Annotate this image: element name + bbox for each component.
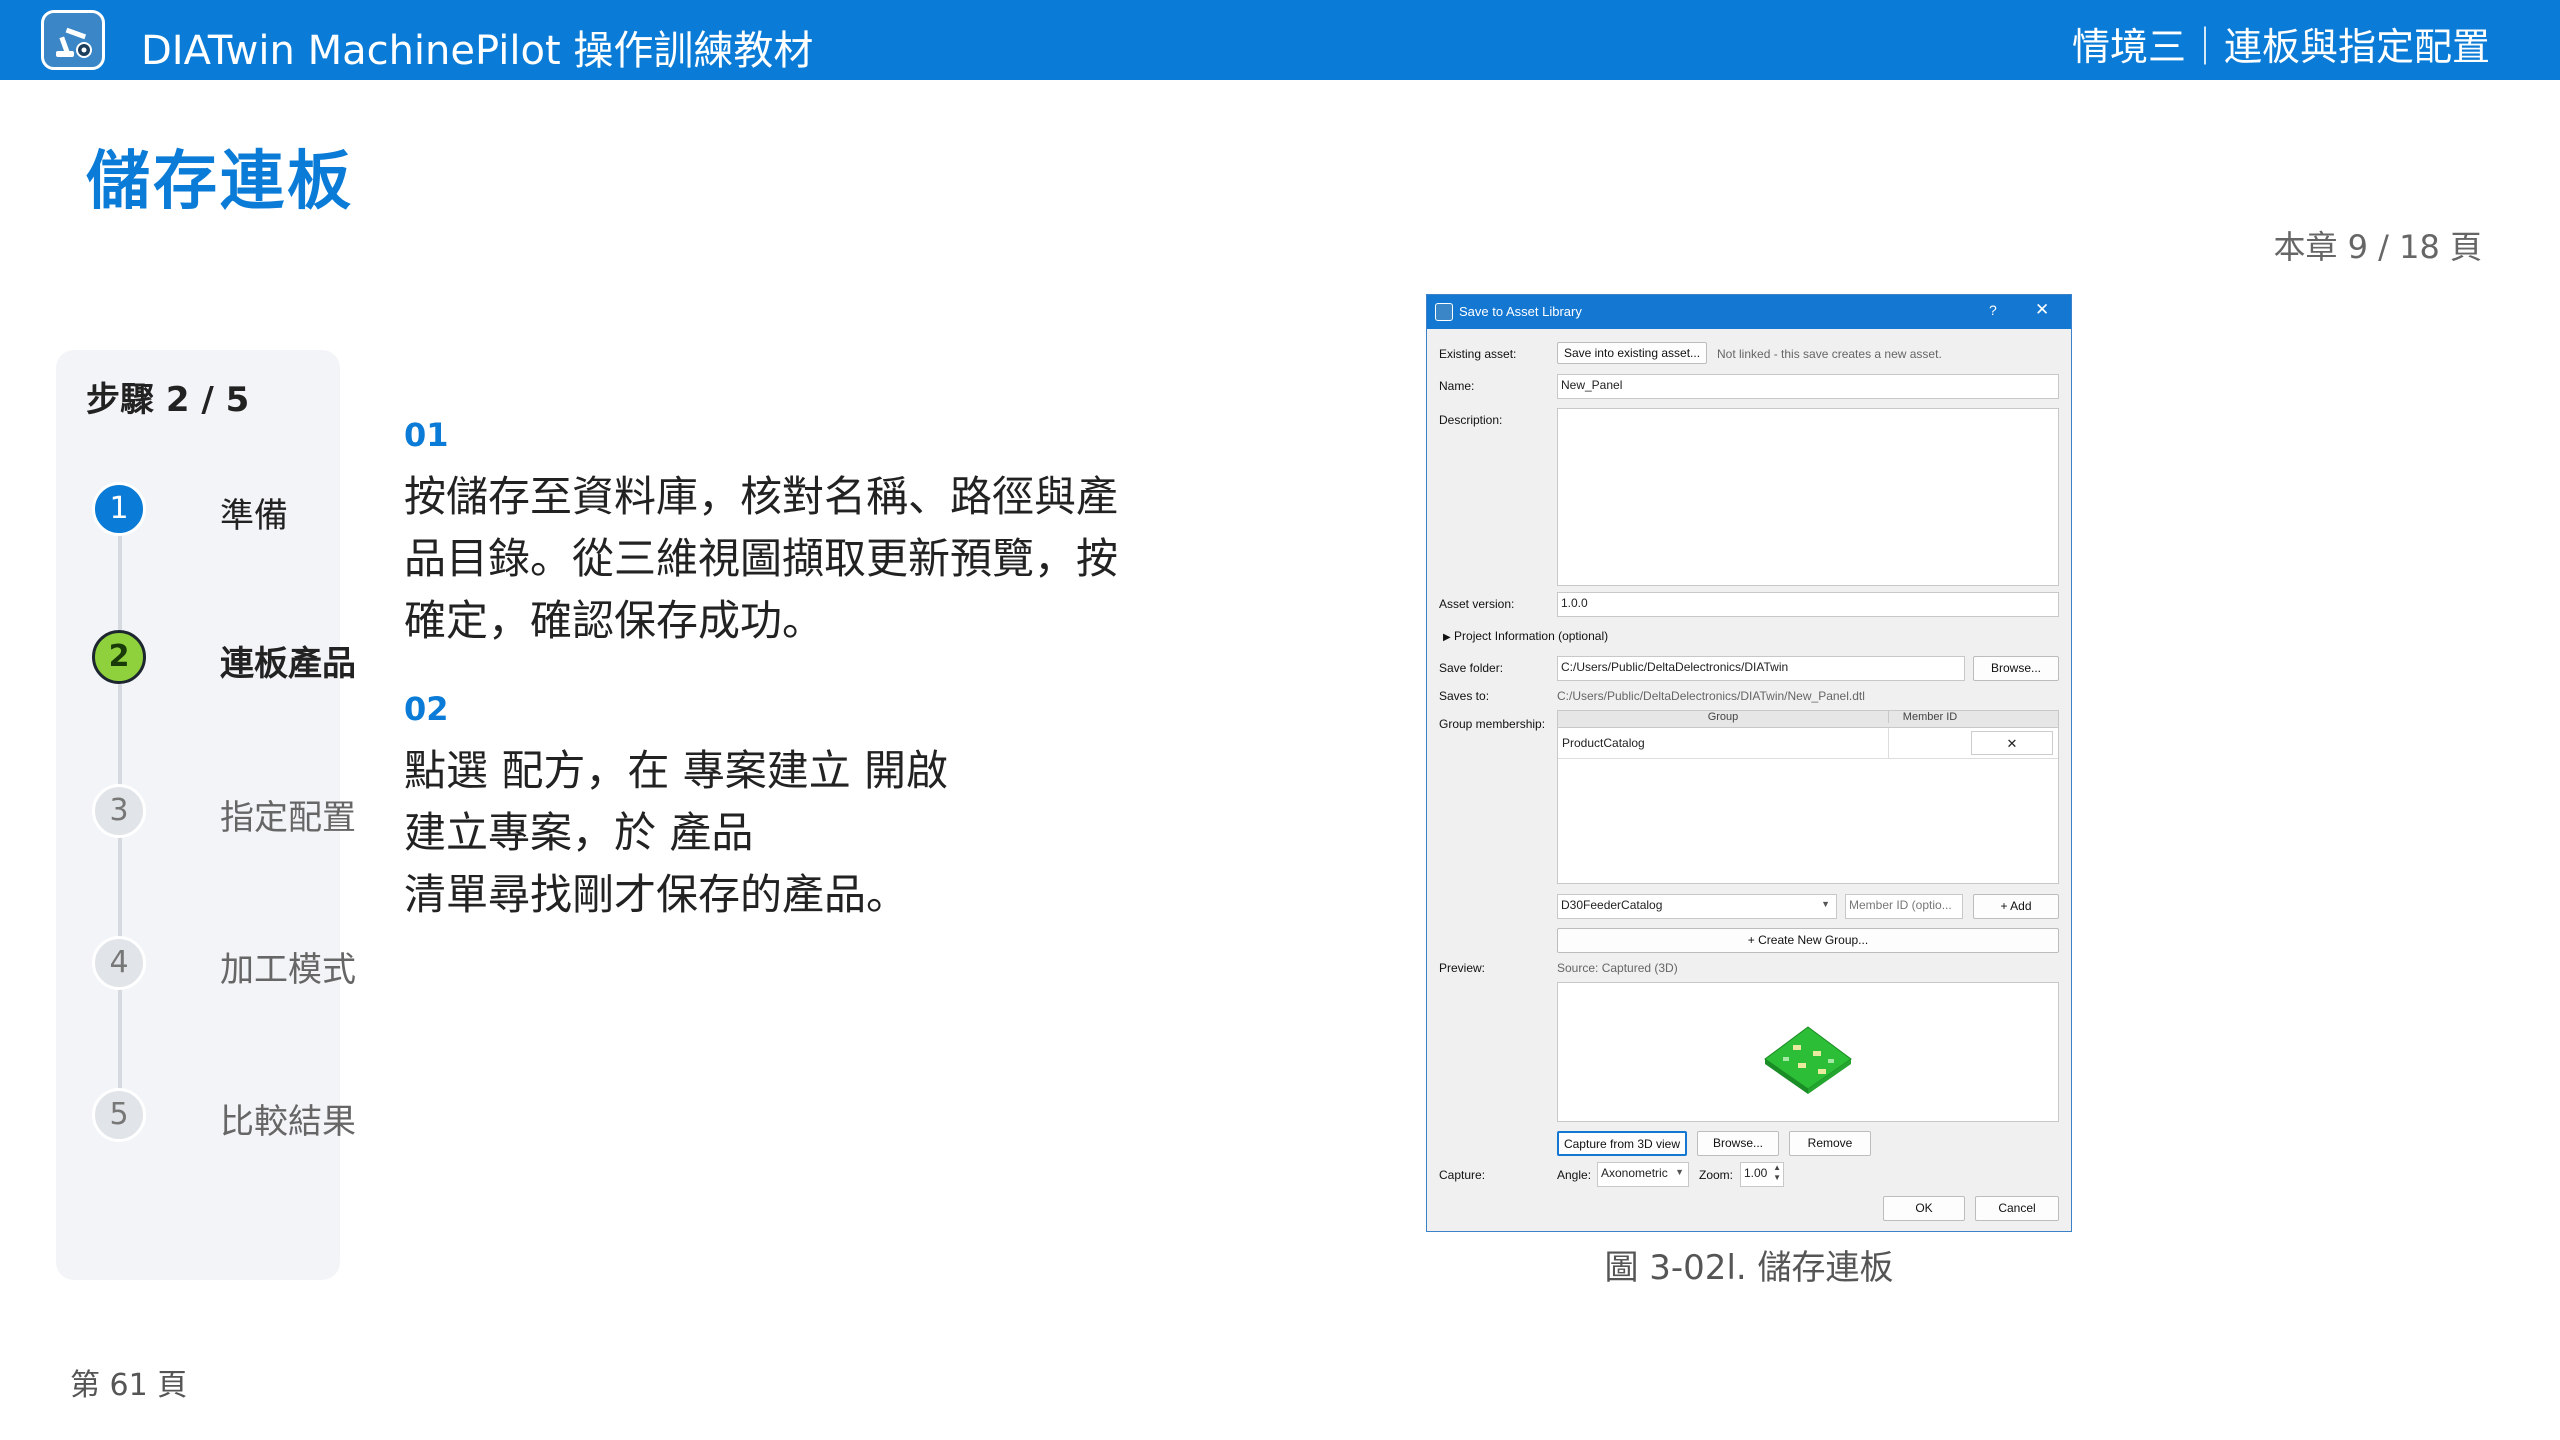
page-title: 儲存連板 xyxy=(86,145,354,219)
chapter-page-indicator: 本章 9 / 18 頁 xyxy=(2273,228,2482,266)
preview-source: Source: Captured (3D) xyxy=(1557,961,1678,975)
step-label: 指定配置 xyxy=(220,798,356,838)
dialog-title: Save to Asset Library xyxy=(1459,304,1582,319)
step-label: 連板產品 xyxy=(220,644,356,684)
table-header: Group Member ID xyxy=(1558,711,2058,728)
save-folder-label: Save folder: xyxy=(1439,661,1504,675)
group-column-header: Group xyxy=(1707,711,1739,723)
description-field[interactable] xyxy=(1557,408,2059,586)
figure-caption: 圖 3-02l. 儲存連板 xyxy=(1604,1248,1894,1288)
asset-version-field[interactable]: 1.0.0 xyxy=(1557,592,2059,617)
save-folder-field[interactable]: C:/Users/Public/DeltaDelectronics/DIATwi… xyxy=(1557,656,1965,681)
page-number: 第 61 頁 xyxy=(70,1368,188,1403)
steps-heading: 步驟 2 / 5 xyxy=(86,380,250,420)
cancel-button[interactable]: Cancel xyxy=(1975,1196,2059,1221)
save-to-asset-library-dialog: Save to Asset Library ? ✕ Existing asset… xyxy=(1426,294,2072,1232)
zoom-label: Zoom: xyxy=(1699,1168,1734,1182)
step-number: 4 xyxy=(92,936,146,990)
description-label: Description: xyxy=(1439,413,1503,427)
step-item-5[interactable]: 5 比較結果 xyxy=(92,1088,356,1144)
dialog-titlebar: Save to Asset Library ? ✕ xyxy=(1427,295,2071,329)
robot-arm-logo-icon xyxy=(41,10,105,70)
instruction-number-02: 02 xyxy=(404,690,449,728)
ok-button[interactable]: OK xyxy=(1883,1196,1965,1221)
member-id-column-header: Member ID xyxy=(1888,711,1971,723)
angle-select[interactable]: Axonometric ▼ xyxy=(1597,1162,1689,1187)
instruction-text-01: 按儲存至資料庫，核對名稱、路徑與產品目錄。從三維視圖擷取更新預覽，按確定，確認保… xyxy=(404,472,1119,645)
instruction-number-01: 01 xyxy=(404,416,449,454)
saves-to-path: C:/Users/Public/DeltaDelectronics/DIATwi… xyxy=(1557,689,1865,703)
step-number: 2 xyxy=(92,630,146,684)
preview-image-area xyxy=(1557,982,2059,1122)
zoom-value: 1.00 xyxy=(1744,1166,1768,1180)
remove-row-button[interactable]: ✕ xyxy=(1971,731,2053,755)
group-membership-table: Group Member ID ProductCatalog ✕ xyxy=(1557,710,2059,884)
catalog-select[interactable]: D30FeederCatalog ▼ xyxy=(1557,894,1837,919)
step-item-2[interactable]: 2 連板產品 xyxy=(92,630,356,686)
triangle-right-icon: ▶ xyxy=(1443,632,1451,643)
asset-version-label: Asset version: xyxy=(1439,597,1515,611)
capture-3d-button[interactable]: Capture from 3D view xyxy=(1557,1131,1687,1156)
save-folder-browse-button[interactable]: Browse... xyxy=(1973,656,2059,681)
step-label: 加工模式 xyxy=(220,950,356,990)
close-button[interactable]: ✕ xyxy=(2035,300,2049,320)
scenario-title: 情境三｜連板與指定配置 xyxy=(2071,25,2490,69)
capture-label: Capture: xyxy=(1439,1168,1486,1182)
preview-label: Preview: xyxy=(1439,961,1486,975)
chevron-down-icon: ▼ xyxy=(1675,1167,1684,1177)
name-label: Name: xyxy=(1439,379,1475,393)
steps-panel: 步驟 2 / 5 1 準備 2 連板產品 3 指定配置 4 加工模式 5 比較結… xyxy=(56,350,356,1280)
help-button[interactable]: ? xyxy=(1989,302,1997,318)
not-linked-note: Not linked - this save creates a new ass… xyxy=(1717,347,1942,361)
remove-preview-button[interactable]: Remove xyxy=(1789,1131,1871,1156)
step-number: 1 xyxy=(92,482,146,536)
table-row[interactable]: ProductCatalog ✕ xyxy=(1558,728,2058,759)
step-number: 5 xyxy=(92,1088,146,1142)
angle-select-value: Axonometric xyxy=(1601,1166,1668,1180)
panel-preview-image xyxy=(1764,1026,1852,1094)
existing-asset-label: Existing asset: xyxy=(1439,347,1517,361)
catalog-select-value: D30FeederCatalog xyxy=(1561,898,1663,912)
app-icon xyxy=(1435,303,1453,321)
add-group-button[interactable]: + Add xyxy=(1973,894,2059,919)
name-field[interactable]: New_Panel xyxy=(1557,374,2059,399)
step-number: 3 xyxy=(92,784,146,838)
project-info-label: Project Information (optional) xyxy=(1454,629,1609,643)
step-item-3[interactable]: 3 指定配置 xyxy=(92,784,356,840)
instruction-text-02: 點選 配方，在 專案建立 開啟 建立專案，於 產品 清單尋找剛才保存的產品。 xyxy=(404,746,949,919)
course-title: DIATwin MachinePilot 操作訓練教材 xyxy=(141,28,814,74)
saves-to-label: Saves to: xyxy=(1439,689,1490,703)
member-id-cell[interactable] xyxy=(1888,728,1971,758)
preview-browse-button[interactable]: Browse... xyxy=(1697,1131,1779,1156)
header-bar: DIATwin MachinePilot 操作訓練教材 情境三｜連板與指定配置 xyxy=(0,0,2560,80)
group-cell: ProductCatalog xyxy=(1562,736,1645,750)
step-label: 比較結果 xyxy=(220,1102,356,1142)
angle-label: Angle: xyxy=(1557,1168,1592,1182)
member-id-input[interactable]: Member ID (optio... xyxy=(1845,894,1963,919)
step-item-1[interactable]: 1 準備 xyxy=(92,482,332,538)
save-existing-button[interactable]: Save into existing asset... xyxy=(1557,342,1707,364)
step-item-4[interactable]: 4 加工模式 xyxy=(92,936,356,992)
group-membership-label: Group membership: xyxy=(1439,717,1546,731)
step-label: 準備 xyxy=(220,496,288,536)
chevron-down-icon: ▼ xyxy=(1821,899,1830,909)
zoom-spinbox[interactable]: 1.00 ▲ ▼ xyxy=(1740,1162,1784,1187)
create-new-group-button[interactable]: + Create New Group... xyxy=(1557,928,2059,953)
project-info-toggle[interactable]: ▶ Project Information (optional) xyxy=(1443,629,1608,643)
spin-arrows-icon[interactable]: ▲ ▼ xyxy=(1773,1163,1781,1183)
